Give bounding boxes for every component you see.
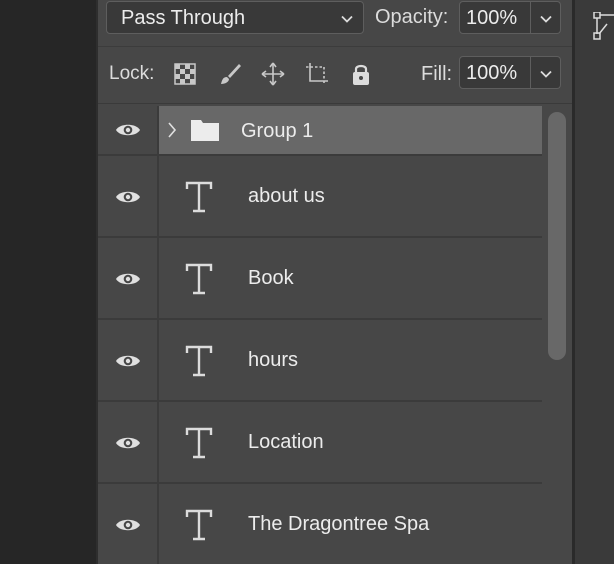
visibility-toggle[interactable] — [98, 238, 159, 318]
layers-panel: Pass Through Opacity: 100% Lock: Fill: 1… — [96, 0, 572, 564]
opacity-label: Opacity: — [375, 6, 449, 28]
lock-all-icon[interactable] — [348, 61, 374, 87]
fill-label: Fill: — [421, 63, 453, 85]
lock-image-pixels-icon[interactable] — [217, 61, 243, 87]
opacity-input[interactable]: 100% — [459, 1, 531, 34]
blend-mode-value: Pass Through — [121, 7, 246, 29]
text-layer-icon — [185, 509, 213, 541]
layer-name: hours — [248, 349, 299, 371]
layer-name: about us — [248, 185, 325, 207]
layer-name: The Dragontree Spa — [248, 513, 430, 535]
chevron-right-icon[interactable] — [167, 120, 177, 140]
layer-name: Location — [248, 431, 324, 453]
text-layer-icon — [185, 263, 213, 295]
folder-icon — [191, 120, 219, 141]
layer-row[interactable]: about us — [98, 156, 542, 238]
fill-slider-button[interactable] — [531, 56, 561, 89]
layer-row[interactable]: hours — [98, 320, 542, 402]
blend-mode-select[interactable]: Pass Through — [106, 1, 364, 34]
layer-name: Book — [248, 267, 294, 289]
visibility-toggle[interactable] — [98, 484, 159, 564]
layer-group-row[interactable]: Group 1 — [98, 106, 542, 156]
opacity-value: 100% — [466, 7, 518, 29]
eye-icon — [116, 437, 140, 449]
canvas-area — [0, 0, 96, 564]
eye-icon — [116, 519, 140, 531]
visibility-toggle[interactable] — [98, 320, 159, 400]
blend-options-row: Pass Through Opacity: 100% — [98, 0, 572, 44]
lock-options-row: Lock: Fill: 100% — [98, 46, 572, 104]
lock-label: Lock: — [109, 63, 155, 84]
tool-strip — [572, 0, 614, 564]
opacity-slider-button[interactable] — [531, 1, 561, 34]
eye-icon — [116, 191, 140, 203]
visibility-toggle[interactable] — [98, 106, 159, 154]
visibility-toggle[interactable] — [98, 402, 159, 482]
scrollbar-thumb[interactable] — [548, 112, 566, 360]
eye-icon — [116, 355, 140, 367]
eye-icon — [116, 124, 140, 136]
text-layer-icon — [185, 181, 213, 213]
layer-row[interactable]: The Dragontree Spa — [98, 484, 542, 564]
text-layer-icon — [185, 427, 213, 459]
text-layer-icon — [185, 345, 213, 377]
visibility-toggle[interactable] — [98, 156, 159, 236]
chevron-down-icon — [540, 70, 552, 78]
fill-value: 100% — [466, 62, 518, 84]
chevron-down-icon — [540, 15, 552, 23]
layers-list: Group 1 about us Book hours Location The… — [98, 106, 542, 564]
layer-row[interactable]: Location — [98, 402, 542, 484]
layer-name: Group 1 — [241, 120, 314, 142]
lock-position-icon[interactable] — [260, 61, 286, 87]
path-selection-icon[interactable] — [593, 12, 614, 40]
layer-row[interactable]: Book — [98, 238, 542, 320]
lock-artboard-icon[interactable] — [304, 61, 330, 87]
lock-transparent-pixels-icon[interactable] — [172, 61, 198, 87]
fill-input[interactable]: 100% — [459, 56, 531, 89]
layers-scrollbar[interactable] — [542, 106, 572, 564]
chevron-down-icon — [341, 15, 353, 23]
eye-icon — [116, 273, 140, 285]
group-body[interactable]: Group 1 — [159, 106, 542, 154]
